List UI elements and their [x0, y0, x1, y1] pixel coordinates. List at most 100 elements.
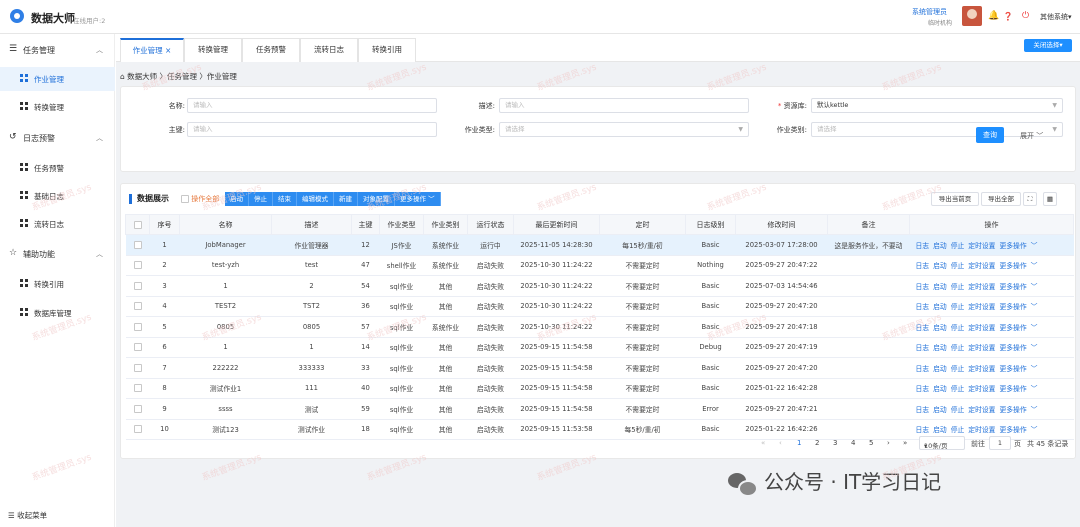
other-systems-menu[interactable]: 其他系统▾ — [1040, 12, 1072, 22]
columns-icon[interactable]: ▦ — [1043, 192, 1057, 206]
row-action-link[interactable]: 日志 — [916, 426, 930, 434]
next-page-icon[interactable]: › — [887, 439, 890, 447]
close-icon[interactable]: × — [165, 46, 171, 55]
collapse-menu-button[interactable]: ☰ 收起菜单 — [8, 510, 47, 521]
row-checkbox[interactable] — [133, 363, 142, 372]
row-action-link[interactable]: 日志 — [916, 283, 930, 291]
row-action-link[interactable]: 日志 — [916, 385, 930, 393]
row-action-link[interactable]: 更多操作 — [999, 283, 1026, 291]
row-checkbox[interactable] — [133, 281, 142, 290]
row-action-link[interactable]: 更多操作 — [999, 385, 1026, 393]
row-action-link[interactable]: 更多操作 — [999, 344, 1026, 352]
row-checkbox[interactable] — [133, 425, 142, 434]
row-action-link[interactable]: 日志 — [916, 324, 930, 332]
row-action-link[interactable]: 停止 — [951, 344, 965, 352]
bell-icon[interactable]: 🔔 — [988, 11, 999, 21]
operate-all-checkbox[interactable]: 操作全部 — [181, 194, 219, 204]
row-action-link[interactable]: 更多操作 — [999, 262, 1026, 270]
fullscreen-icon[interactable]: ⛶ — [1023, 192, 1037, 206]
tab-transform-ref[interactable]: 转换引用 — [358, 38, 416, 62]
row-action-link[interactable]: 更多操作 — [999, 242, 1026, 250]
sidebar-group-log[interactable]: ↺ 日志预警 ︿ — [0, 128, 115, 148]
table-row[interactable]: 9 ssss 测试 59 sql作业 其他 启动失败 2025-09-15 11:54:58 不… — [125, 398, 1074, 420]
row-action-link[interactable]: 定时设置 — [968, 324, 995, 332]
tab-alert[interactable]: 任务预警 — [242, 38, 300, 62]
row-action-link[interactable]: 停止 — [951, 385, 965, 393]
tab-job[interactable]: 作业管理 × — [120, 38, 184, 62]
start-button[interactable]: 启动 — [225, 192, 249, 206]
expand-button[interactable]: 展开 ﹀ — [1020, 131, 1043, 141]
page-3[interactable]: 3 — [833, 439, 837, 447]
row-checkbox[interactable] — [133, 322, 142, 331]
row-action-link[interactable]: 日志 — [916, 344, 930, 352]
page-4[interactable]: 4 — [851, 439, 855, 447]
jobtype-select[interactable]: 请选择 ▼ — [499, 122, 749, 137]
row-checkbox[interactable] — [133, 404, 142, 413]
table-row[interactable]: 8 测试作业1 111 40 sql作业 其他 启动失败 2025-09-15 11:54:5… — [125, 378, 1074, 399]
row-action-link[interactable]: 定时设置 — [968, 385, 995, 393]
row-action-link[interactable]: 启动 — [933, 365, 947, 373]
table-row[interactable]: 5 0805 0805 57 sql作业 系统作业 启动失败 2025-10-30 11:24… — [125, 316, 1074, 338]
avatar[interactable] — [962, 6, 982, 26]
row-checkbox[interactable] — [133, 384, 142, 393]
row-checkbox[interactable] — [133, 240, 142, 249]
row-action-link[interactable]: 启动 — [933, 344, 947, 352]
sidebar-item-db[interactable]: 数据库管理 — [0, 301, 115, 325]
more-actions-button[interactable]: 更多操作 ﹀ — [395, 192, 441, 206]
row-action-link[interactable]: 启动 — [933, 385, 947, 393]
row-action-link[interactable]: 定时设置 — [968, 426, 995, 434]
row-action-link[interactable]: 更多操作 — [999, 303, 1026, 311]
row-action-link[interactable]: 日志 — [916, 242, 930, 250]
row-action-link[interactable]: 定时设置 — [968, 262, 995, 270]
row-action-link[interactable]: 日志 — [916, 303, 930, 311]
stop-button[interactable]: 停止 — [249, 192, 273, 206]
table-row[interactable]: 4 TEST2 TST2 36 sql作业 其他 启动失败 2025-10-30 11:24:… — [125, 296, 1074, 317]
object-config-button[interactable]: 对象配置 — [358, 192, 395, 206]
query-button[interactable]: 查询 — [976, 127, 1004, 143]
row-action-link[interactable]: 定时设置 — [968, 365, 995, 373]
table-row[interactable]: 7 222222 333333 33 sql作业 其他 启动失败 2025-09-15 11:… — [125, 357, 1074, 379]
row-action-link[interactable]: 启动 — [933, 406, 947, 414]
desc-input[interactable]: 请输入 — [499, 98, 749, 113]
row-action-link[interactable]: 停止 — [951, 426, 965, 434]
table-row[interactable]: 1 JobManager 作业管理器 12 JS作业 系统作业 运行中 2025-11-05 … — [125, 234, 1074, 256]
page-5[interactable]: 5 — [869, 439, 873, 447]
sidebar-item-alert[interactable]: 任务预警 — [0, 156, 115, 180]
edit-mode-button[interactable]: 编辑模式 — [297, 192, 334, 206]
export-all-button[interactable]: 导出全部 — [981, 192, 1021, 206]
page-size-select[interactable]: 10条/页 ▾ — [919, 436, 965, 450]
checkbox[interactable] — [181, 195, 189, 203]
row-action-link[interactable]: 更多操作 — [999, 426, 1026, 434]
row-checkbox[interactable] — [133, 343, 142, 352]
user-name[interactable]: 系统管理员 — [912, 7, 947, 17]
row-action-link[interactable]: 停止 — [951, 242, 965, 250]
select-all-checkbox[interactable] — [133, 220, 142, 229]
export-page-button[interactable]: 导出当前页 — [931, 192, 979, 206]
row-action-link[interactable]: 定时设置 — [968, 406, 995, 414]
row-action-link[interactable]: 更多操作 — [999, 406, 1026, 414]
sidebar-group-aux[interactable]: ☆ 辅助功能 ︿ — [0, 244, 115, 264]
row-action-link[interactable]: 启动 — [933, 303, 947, 311]
prev-page-icon[interactable]: ‹ — [779, 439, 782, 447]
row-checkbox[interactable] — [133, 302, 142, 311]
row-action-link[interactable]: 日志 — [916, 262, 930, 270]
sidebar-item-basic-log[interactable]: 基础日志 — [0, 184, 115, 208]
row-action-link[interactable]: 停止 — [951, 324, 965, 332]
row-action-link[interactable]: 启动 — [933, 262, 947, 270]
row-action-link[interactable]: 停止 — [951, 262, 965, 270]
sidebar-group-task[interactable]: ☰ 任务管理 ︿ — [0, 40, 115, 60]
page-1[interactable]: 1 — [797, 439, 801, 447]
row-action-link[interactable]: 定时设置 — [968, 344, 995, 352]
row-checkbox[interactable] — [133, 261, 142, 270]
first-page-icon[interactable]: « — [761, 439, 765, 447]
sidebar-item-job[interactable]: 作业管理 — [0, 67, 115, 91]
row-action-link[interactable]: 停止 — [951, 303, 965, 311]
name-input[interactable]: 请输入 — [187, 98, 437, 113]
end-button[interactable]: 结束 — [273, 192, 297, 206]
goto-input[interactable]: 1 — [989, 436, 1011, 450]
row-action-link[interactable]: 定时设置 — [968, 283, 995, 291]
row-action-link[interactable]: 启动 — [933, 426, 947, 434]
row-action-link[interactable]: 更多操作 — [999, 365, 1026, 373]
row-action-link[interactable]: 定时设置 — [968, 303, 995, 311]
row-action-link[interactable]: 日志 — [916, 365, 930, 373]
